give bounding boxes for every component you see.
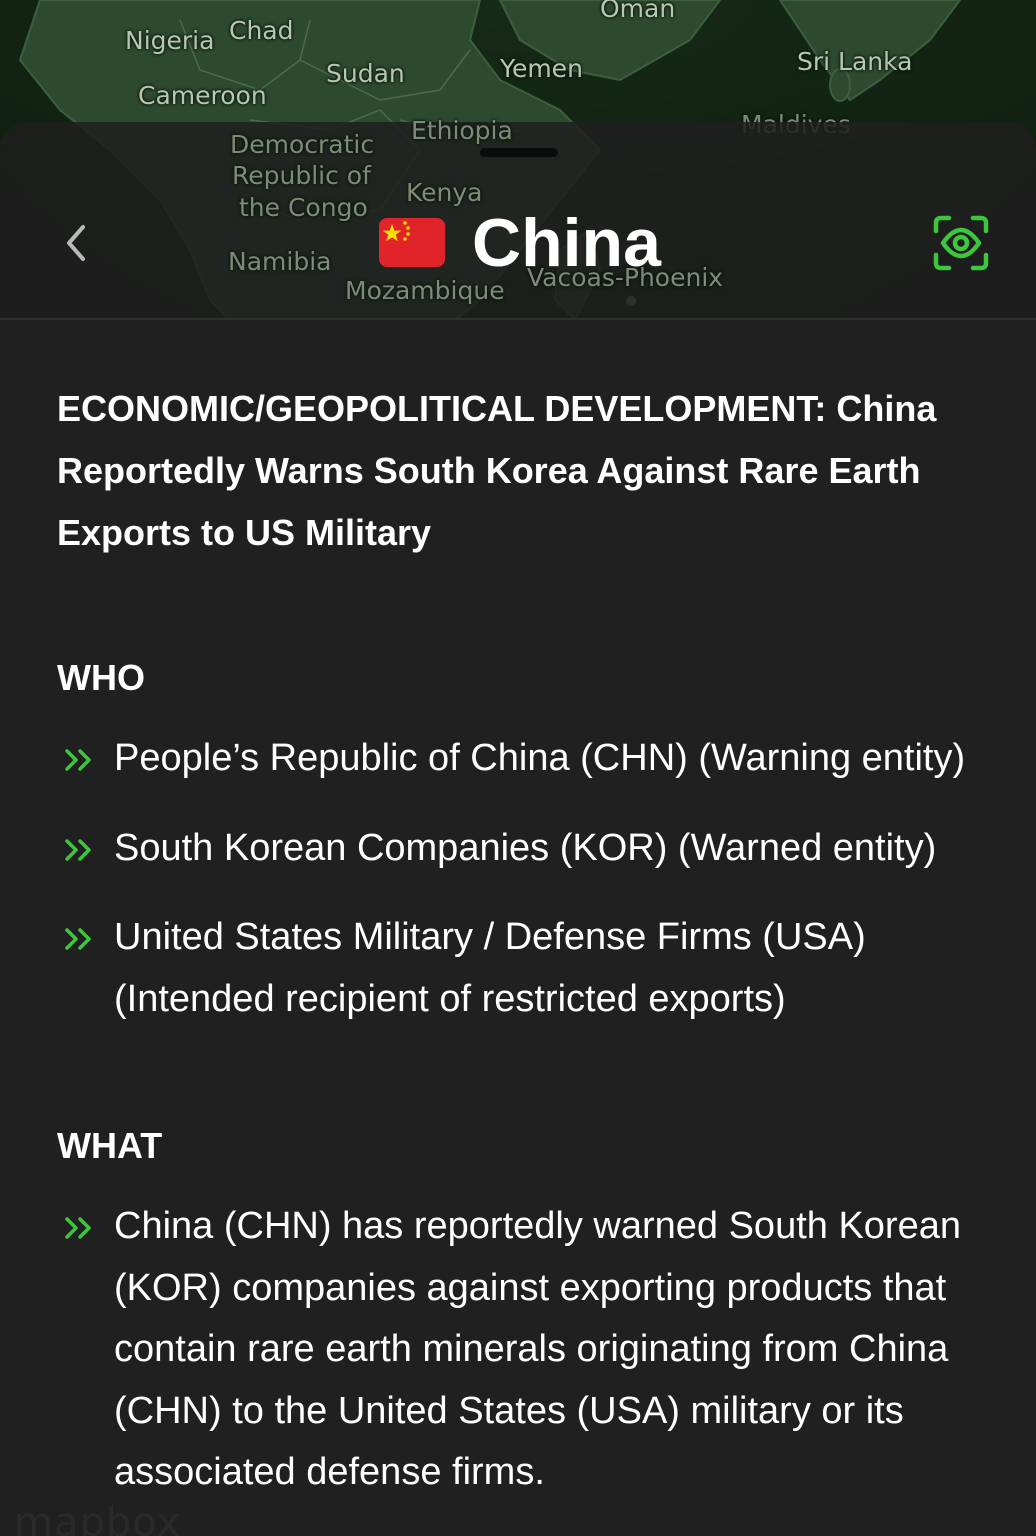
map-label-chad: Chad <box>229 16 294 45</box>
map-label-kenya: Kenya <box>406 178 483 207</box>
app-screen: Nigeria Chad Sudan Yemen Oman Sri Lanka … <box>0 0 1036 1536</box>
who-item-text: South Korean Companies (KOR) (Warned ent… <box>114 827 937 869</box>
what-section-title: WHAT <box>57 1125 163 1166</box>
back-button[interactable] <box>52 214 100 272</box>
who-item-text: People’s Republic of China (CHN) (Warnin… <box>114 737 966 779</box>
what-item-text: China (CHN) has reportedly warned South … <box>114 1205 961 1493</box>
map-label-yemen: Yemen <box>500 54 583 83</box>
who-list-item: People’s Republic of China (CHN) (Warnin… <box>57 737 987 790</box>
eye-scan-icon <box>933 215 989 271</box>
map-label-namibia: Namibia <box>228 247 332 276</box>
map-label-sri-lanka: Sri Lanka <box>797 47 913 76</box>
what-list-item: China (CHN) has reportedly warned South … <box>57 1205 987 1504</box>
map-label-drc-line3: the Congo <box>239 193 368 222</box>
map-label-sudan: Sudan <box>326 59 405 88</box>
who-section-title: WHO <box>57 657 145 698</box>
map-label-cameroon: Cameroon <box>138 81 267 110</box>
map-label-nigeria: Nigeria <box>125 26 215 55</box>
who-item-text: United States Military / Defense Firms (… <box>114 916 866 1020</box>
double-chevron-right-icon <box>65 928 91 950</box>
sheet-drag-handle[interactable] <box>480 148 558 157</box>
map-label-oman: Oman <box>600 0 676 23</box>
article-headline: ECONOMIC/GEOPOLITICAL DEVELOPMENT: China… <box>57 388 937 553</box>
double-chevron-right-icon <box>65 1217 91 1239</box>
mapbox-attribution[interactable]: mapbox <box>14 1500 181 1536</box>
eye-scan-button[interactable] <box>932 214 990 272</box>
who-list-item: United States Military / Defense Firms (… <box>57 916 987 1030</box>
china-flag-icon <box>379 218 445 267</box>
map-label-drc-line2: Republic of <box>232 161 371 190</box>
chevron-left-icon <box>67 225 85 261</box>
map-label-ethiopia: Ethiopia <box>411 116 513 145</box>
country-title: China <box>472 205 661 281</box>
who-list-item: South Korean Companies (KOR) (Warned ent… <box>57 827 987 880</box>
double-chevron-right-icon <box>65 839 91 861</box>
map-label-drc-line1: Democratic <box>230 130 375 159</box>
double-chevron-right-icon <box>65 749 91 771</box>
